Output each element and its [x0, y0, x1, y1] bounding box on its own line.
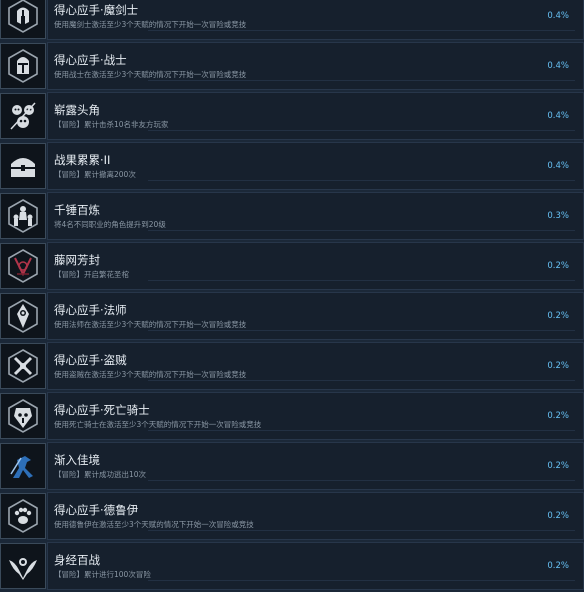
- achievement-row[interactable]: 得心应手·法师使用法师在激活至少3个天赋的情况下开始一次冒险或竞技 0.2%: [0, 292, 584, 340]
- helmet-icon: [0, 0, 46, 39]
- achievement-card: 战果累累·II 【冒险】累计撤离200次 0.4%: [47, 142, 584, 190]
- row-divider: [148, 80, 575, 81]
- achievement-description: 使用战士在激活至少3个天赋的情况下开始一次冒险或竞技: [54, 70, 247, 79]
- unlock-percentage: 0.4%: [547, 11, 569, 21]
- achievement-title: 得心应手·盗贼: [54, 353, 127, 367]
- achievement-description: 【冒险】累计进行100次冒险: [54, 570, 151, 579]
- achievement-card: 得心应手·德鲁伊使用德鲁伊在激活至少3个天赋的情况下开始一次冒险或竞技 0.2%: [47, 492, 584, 540]
- achievement-card: 得心应手·盗贼使用盗贼在激活至少3个天赋的情况下开始一次冒险或竞技 0.2%: [47, 342, 584, 390]
- achievement-title: 身经百战: [54, 553, 100, 567]
- achievement-description: 使用魔剑士激活至少3个天赋的情况下开始一次冒险或竞技: [54, 20, 247, 29]
- achievement-row[interactable]: 得心应手·战士使用战士在激活至少3个天赋的情况下开始一次冒险或竞技 0.4%: [0, 42, 584, 90]
- unlock-percentage: 0.4%: [547, 161, 569, 171]
- unlock-percentage: 0.4%: [547, 111, 569, 121]
- paw-icon: [0, 493, 46, 539]
- winged-emblem-icon: [0, 543, 46, 589]
- achievement-row[interactable]: 得心应手·魔剑士使用魔剑士激活至少3个天赋的情况下开始一次冒险或竞技 0.4%: [0, 0, 584, 40]
- row-divider: [148, 180, 575, 181]
- achievement-description: 使用盗贼在激活至少3个天赋的情况下开始一次冒险或竞技: [54, 370, 247, 379]
- runner-icon: [0, 443, 46, 489]
- achievement-card: 藤网芳封【冒险】开启繁花圣棺 0.2%: [47, 242, 584, 290]
- achievement-title: 得心应手·德鲁伊: [54, 503, 139, 517]
- death-knight-icon: [0, 393, 46, 439]
- skulls-icon: [0, 93, 46, 139]
- unlock-percentage: 0.3%: [547, 211, 569, 221]
- achievement-description: 使用死亡骑士在激活至少3个天赋的情况下开始一次冒险或竞技: [54, 420, 262, 429]
- row-divider: [148, 30, 575, 31]
- achievement-description: 使用德鲁伊在激活至少3个天赋的情况下开始一次冒险或竞技: [54, 520, 254, 529]
- achievement-description: 【冒险】累计撤离200次: [54, 170, 136, 179]
- party-icon: [0, 193, 46, 239]
- unlock-percentage: 0.2%: [547, 261, 569, 271]
- achievement-row[interactable]: 战果累累·II 【冒险】累计撤离200次 0.4%: [0, 142, 584, 190]
- achievement-card: 得心应手·法师使用法师在激活至少3个天赋的情况下开始一次冒险或竞技 0.2%: [47, 292, 584, 340]
- unlock-percentage: 0.2%: [547, 311, 569, 321]
- achievement-title: 得心应手·死亡骑士: [54, 403, 150, 417]
- achievement-card: 千锤百炼将4名不同职业的角色提升到20级 0.3%: [47, 192, 584, 240]
- achievement-row[interactable]: 得心应手·德鲁伊使用德鲁伊在激活至少3个天赋的情况下开始一次冒险或竞技 0.2%: [0, 492, 584, 540]
- achievement-description: 【冒险】累计成功逃出10次: [54, 470, 147, 479]
- unlock-percentage: 0.2%: [547, 411, 569, 421]
- achievement-description: 【冒险】累计击杀10名非友方玩家: [54, 120, 169, 129]
- row-divider: [148, 130, 575, 131]
- achievement-title: 渐入佳境: [54, 453, 100, 467]
- treasure-chest-icon: [0, 143, 46, 189]
- unlock-percentage: 0.2%: [547, 561, 569, 571]
- achievement-row[interactable]: 身经百战【冒险】累计进行100次冒险 0.2%: [0, 542, 584, 590]
- achievement-title: 千锤百炼: [54, 203, 100, 217]
- achievement-row[interactable]: 得心应手·死亡骑士使用死亡骑士在激活至少3个天赋的情况下开始一次冒险或竞技 0.2…: [0, 392, 584, 440]
- row-divider: [148, 330, 575, 331]
- achievement-description: 【冒险】开启繁花圣棺: [54, 270, 129, 279]
- row-divider: [148, 280, 575, 281]
- achievement-card: 得心应手·魔剑士使用魔剑士激活至少3个天赋的情况下开始一次冒险或竞技 0.4%: [47, 0, 584, 40]
- unlock-percentage: 0.2%: [547, 511, 569, 521]
- achievement-title: 崭露头角: [54, 103, 100, 117]
- crossed-daggers-icon: [0, 343, 46, 389]
- achievement-title: 战果累累·II: [54, 153, 111, 167]
- achievement-card: 得心应手·战士使用战士在激活至少3个天赋的情况下开始一次冒险或竞技 0.4%: [47, 42, 584, 90]
- achievement-description: 使用法师在激活至少3个天赋的情况下开始一次冒险或竞技: [54, 320, 247, 329]
- achievement-title: 得心应手·战士: [54, 53, 127, 67]
- achievement-title: 得心应手·魔剑士: [54, 3, 139, 17]
- achievement-row[interactable]: 崭露头角【冒险】累计击杀10名非友方玩家 0.4%: [0, 92, 584, 140]
- row-divider: [148, 580, 575, 581]
- achievement-row[interactable]: 渐入佳境【冒险】累计成功逃出10次 0.2%: [0, 442, 584, 490]
- achievement-list: 得心应手·魔剑士 使用魔剑士激活至少3个天赋的情况下开始一次冒险或竞技 0.4% 得心…: [0, 0, 584, 592]
- achievement-card: 崭露头角【冒险】累计击杀10名非友方玩家 0.4%: [47, 92, 584, 140]
- thorn-sigil-icon: [0, 243, 46, 289]
- achievement-row[interactable]: 得心应手·盗贼使用盗贼在激活至少3个天赋的情况下开始一次冒险或竞技 0.2%: [0, 342, 584, 390]
- unlock-percentage: 0.4%: [547, 61, 569, 71]
- unlock-percentage: 0.2%: [547, 461, 569, 471]
- achievement-row[interactable]: 藤网芳封【冒险】开启繁花圣棺 0.2%: [0, 242, 584, 290]
- achievement-row[interactable]: 千锤百炼将4名不同职业的角色提升到20级 0.3%: [0, 192, 584, 240]
- achievement-card: 渐入佳境【冒险】累计成功逃出10次 0.2%: [47, 442, 584, 490]
- row-divider: [148, 480, 575, 481]
- achievement-title: 藤网芳封: [54, 253, 100, 267]
- knight-helmet-icon: [0, 43, 46, 89]
- row-divider: [148, 380, 575, 381]
- row-divider: [148, 530, 575, 531]
- row-divider: [148, 230, 575, 231]
- row-divider: [148, 430, 575, 431]
- unlock-percentage: 0.2%: [547, 361, 569, 371]
- achievement-card: 身经百战【冒险】累计进行100次冒险 0.2%: [47, 542, 584, 590]
- achievement-description: 将4名不同职业的角色提升到20级: [54, 220, 166, 229]
- achievement-card: 得心应手·死亡骑士使用死亡骑士在激活至少3个天赋的情况下开始一次冒险或竞技 0.2…: [47, 392, 584, 440]
- achievement-title: 得心应手·法师: [54, 303, 127, 317]
- mage-icon: [0, 293, 46, 339]
